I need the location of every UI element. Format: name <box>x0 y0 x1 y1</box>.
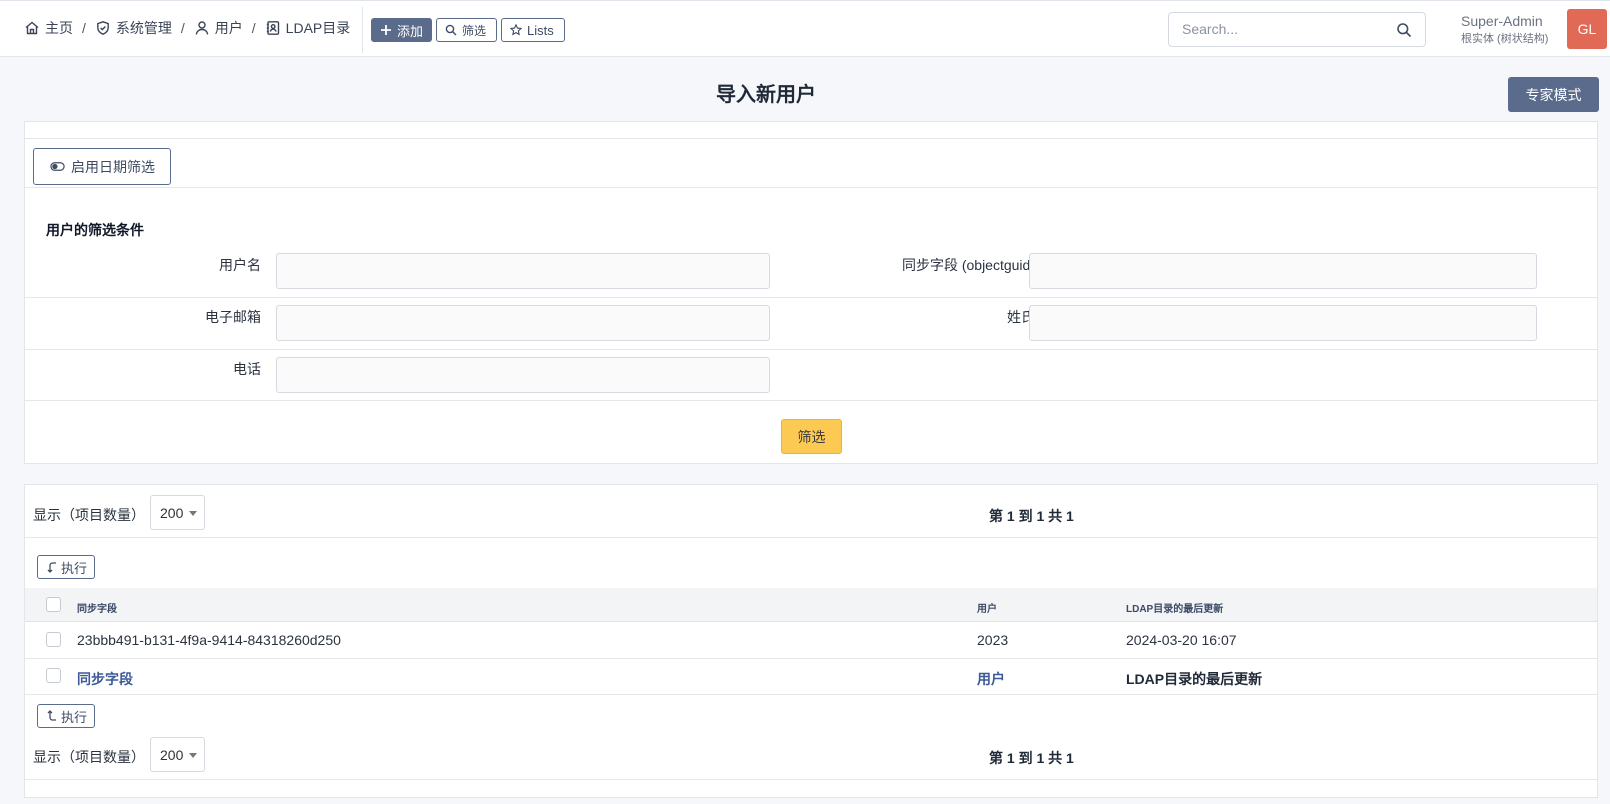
row-user: 2023 <box>977 632 1009 648</box>
add-button[interactable]: 添加 <box>371 18 432 42</box>
username-field[interactable] <box>276 253 770 289</box>
execute-label: 执行 <box>61 709 88 725</box>
filter-button-label: 筛选 <box>462 23 487 38</box>
footer-column-sync-field[interactable]: 同步字段 <box>77 669 133 689</box>
filter-button[interactable]: 筛选 <box>436 18 497 42</box>
breadcrumb-separator: / <box>180 20 185 36</box>
header-divider <box>362 7 363 53</box>
plus-icon <box>381 25 391 35</box>
page-size-label: 显示（项目数量） <box>33 507 145 523</box>
toggle-icon <box>50 162 65 171</box>
page-size-value: 200 <box>160 746 184 763</box>
turn-down-arrow-icon <box>47 562 56 573</box>
lastname-field[interactable] <box>1029 305 1537 341</box>
apply-filter-button[interactable]: 筛选 <box>781 419 842 454</box>
divider <box>25 400 1597 401</box>
search-input[interactable] <box>1182 21 1382 37</box>
email-label: 电子邮箱 <box>205 309 261 325</box>
breadcrumb-admin[interactable]: 系统管理 <box>95 18 172 38</box>
search-icon <box>445 24 457 36</box>
breadcrumb-users[interactable]: 用户 <box>194 18 243 38</box>
phone-field[interactable] <box>276 357 770 393</box>
results-card: 显示（项目数量） 200 第 1 到 1 共 1 执行 同步字段 用户 LDAP… <box>24 484 1598 798</box>
breadcrumb-admin-label: 系统管理 <box>115 20 172 36</box>
page-size-select[interactable]: 200 <box>150 495 205 530</box>
execute-button-bottom[interactable]: 执行 <box>37 704 95 728</box>
breadcrumb-home-label: 主页 <box>45 20 73 36</box>
column-header-sync-field[interactable]: 同步字段 <box>77 600 117 615</box>
row-checkbox[interactable] <box>46 632 61 647</box>
user-entity: 根实体 (树状结构) <box>1461 33 1549 45</box>
table-header: 同步字段 用户 LDAP目录的最后更新 <box>25 588 1597 622</box>
user-menu[interactable]: Super-Admin 根实体 (树状结构) <box>1461 13 1548 46</box>
date-filter-toggle-button[interactable]: 启用日期筛选 <box>33 148 171 185</box>
user-icon <box>195 21 208 35</box>
card-top-strip <box>25 122 1597 139</box>
address-book-icon <box>266 21 279 35</box>
breadcrumb-separator: / <box>251 20 256 36</box>
divider <box>25 349 1597 350</box>
column-header-user[interactable]: 用户 <box>977 600 997 615</box>
divider <box>25 779 1597 780</box>
shield-check-icon <box>96 21 109 35</box>
page-size-select-bottom[interactable]: 200 <box>150 737 205 772</box>
pagination-text: 第 1 到 1 共 1 <box>989 750 1074 766</box>
execute-label: 执行 <box>61 560 88 576</box>
execute-button-top[interactable]: 执行 <box>37 555 95 579</box>
page-size-label: 显示（项目数量） <box>33 749 145 765</box>
sync-field-label: 同步字段 (objectguid) <box>901 257 1035 273</box>
user-name: Super-Admin <box>1461 13 1543 29</box>
column-header-last-update[interactable]: LDAP目录的最后更新 <box>1126 600 1223 615</box>
phone-label: 电话 <box>233 361 261 377</box>
filter-card: 启用日期筛选 用户的筛选条件 用户名 同步字段 (objectguid) 电子邮… <box>24 121 1598 464</box>
row-last-update: 2024-03-20 16:07 <box>1126 632 1237 648</box>
global-search <box>1168 12 1426 47</box>
criteria-title: 用户的筛选条件 <box>46 222 144 238</box>
username-label: 用户名 <box>219 257 261 273</box>
breadcrumb-ldap-label: LDAP目录 <box>285 20 351 36</box>
divider <box>25 694 1597 695</box>
breadcrumb: 主页 / 系统管理 / 用户 / LDAP目录 <box>24 18 350 38</box>
footer-column-last-update[interactable]: LDAP目录的最后更新 <box>1126 669 1262 689</box>
divider <box>25 658 1597 659</box>
breadcrumb-ldap[interactable]: LDAP目录 <box>265 18 351 38</box>
page-size-value: 200 <box>160 504 184 521</box>
chevron-down-icon <box>189 753 197 758</box>
search-icon[interactable] <box>1396 22 1412 38</box>
breadcrumb-separator: / <box>82 20 86 36</box>
home-icon <box>25 21 39 35</box>
breadcrumb-users-label: 用户 <box>214 20 243 36</box>
chevron-down-icon <box>189 511 197 516</box>
date-filter-label: 启用日期筛选 <box>71 158 155 175</box>
breadcrumb-home[interactable]: 主页 <box>24 18 73 38</box>
expert-mode-button[interactable]: 专家模式 <box>1508 77 1599 112</box>
page-title: 导入新用户 <box>716 84 816 106</box>
top-navbar: 主页 / 系统管理 / 用户 / LDAP目录 添加 筛选 Lists Sear… <box>0 0 1610 57</box>
divider <box>25 187 1597 188</box>
select-all-checkbox[interactable] <box>46 597 61 612</box>
pagination-text: 第 1 到 1 共 1 <box>989 508 1074 524</box>
add-button-label: 添加 <box>397 23 424 39</box>
turn-up-arrow-icon <box>47 710 56 721</box>
lists-button[interactable]: Lists <box>501 18 565 42</box>
divider <box>25 537 1597 538</box>
lists-button-label: Lists <box>527 22 554 38</box>
row-sync-field: 23bbb491-b131-4f9a-9414-84318260d250 <box>77 632 341 648</box>
footer-column-user[interactable]: 用户 <box>977 669 1005 689</box>
email-field[interactable] <box>276 305 770 341</box>
sync-field-input[interactable] <box>1029 253 1537 289</box>
avatar[interactable]: GL <box>1567 9 1607 49</box>
star-icon <box>510 24 522 36</box>
divider <box>25 297 1597 298</box>
select-all-checkbox-footer[interactable] <box>46 668 61 683</box>
